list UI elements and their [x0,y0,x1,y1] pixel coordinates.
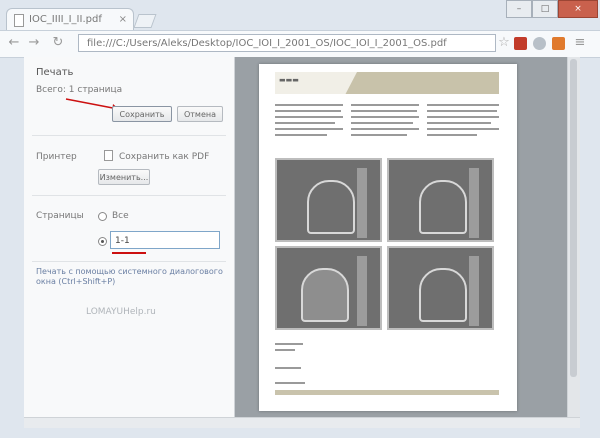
text-line [275,134,327,136]
divider [32,135,226,136]
address-bar[interactable]: file:///C:/Users/Aleks/Desktop/IOC_IOI_I… [78,34,496,52]
close-tab-icon[interactable]: × [119,9,127,31]
bag-shape [419,180,467,234]
destination-value: Сохранить как PDF [119,152,210,162]
tab-document[interactable]: IOC_IIII_I_II.pdf × [6,8,134,30]
bag-shape [307,180,355,234]
text-line [427,116,499,118]
text-line [351,128,419,130]
photo-detail [357,256,367,326]
text-line [351,104,419,106]
horizontal-scrollbar[interactable] [24,417,580,428]
destination-label: Принтер [36,152,77,162]
preview-scrollbar[interactable] [567,57,580,417]
pages-all-radio[interactable] [98,212,107,221]
photo-detail [469,256,479,326]
product-photo [275,246,382,330]
scrollbar-thumb[interactable] [570,59,577,377]
window-controls: – □ × [506,0,598,18]
text-line [427,122,491,124]
pdf-extension-icon[interactable] [514,37,527,50]
bag-shape [301,268,349,322]
reload-icon[interactable]: ↻ [50,35,66,51]
maximize-button[interactable]: □ [532,0,558,18]
text-line [427,104,499,106]
print-title: Печать [36,67,74,78]
cancel-button[interactable]: Отмена [177,106,223,122]
system-dialog-link[interactable]: Печать с помощью системного диалогового … [36,267,226,287]
forward-arrow-icon[interactable]: → [26,35,42,51]
pdf-page-icon [104,150,113,161]
save-button[interactable]: Сохранить [112,106,172,122]
extension-icon[interactable] [533,37,546,50]
preview-footer-band [275,390,499,395]
product-photo [387,158,494,242]
product-photo [275,158,382,242]
preview-header-text: ▬▬▬ [279,76,299,84]
pages-label: Страницы [36,211,84,221]
text-line [275,104,343,106]
change-destination-button[interactable]: Изменить... [98,169,150,185]
new-tab-button[interactable] [133,14,157,28]
browser-toolbar: ← → ↻ file:///C:/Users/Aleks/Desktop/IOC… [0,30,600,58]
product-photo [387,246,494,330]
total-pages: Всего: 1 страница [36,85,123,95]
print-settings-panel: Печать Всего: 1 страница Сохранить Отмен… [24,57,235,417]
text-line [275,110,341,112]
pages-range-radio[interactable] [98,237,107,246]
watermark-text: LOMAYUHelp.ru [86,307,156,317]
photo-detail [357,168,367,238]
back-arrow-icon[interactable]: ← [6,35,22,51]
text-line [427,134,477,136]
page-icon [14,14,24,27]
text-line [351,122,413,124]
text-line [275,382,305,384]
close-window-button[interactable]: × [558,0,598,18]
minimize-button[interactable]: – [506,0,532,18]
divider [32,261,226,262]
text-line [427,128,499,130]
divider [32,195,226,196]
text-line [351,116,419,118]
pages-range-input[interactable]: 1-1 [110,231,220,249]
star-icon[interactable]: ☆ [496,35,512,51]
settings-icon[interactable]: ≡ [572,35,588,51]
text-line [427,110,497,112]
pages-all-label: Все [112,211,129,221]
text-line [275,122,335,124]
text-line [275,116,343,118]
tab-title: IOC_IIII_I_II.pdf [29,14,102,25]
text-line [275,367,301,369]
text-line [351,110,417,112]
text-line [275,349,295,351]
annotation-underline [112,252,146,254]
bag-shape [419,268,467,322]
page-preview: ▬▬▬ [259,64,517,411]
extension-icon[interactable] [552,37,565,50]
browser-window: IOC_IIII_I_II.pdf × – □ × ← → ↻ file:///… [0,0,600,438]
text-line [275,128,343,130]
text-line [275,343,303,345]
print-preview-area: Печать Всего: 1 страница Сохранить Отмен… [24,57,580,417]
photo-detail [469,168,479,238]
text-line [351,134,407,136]
